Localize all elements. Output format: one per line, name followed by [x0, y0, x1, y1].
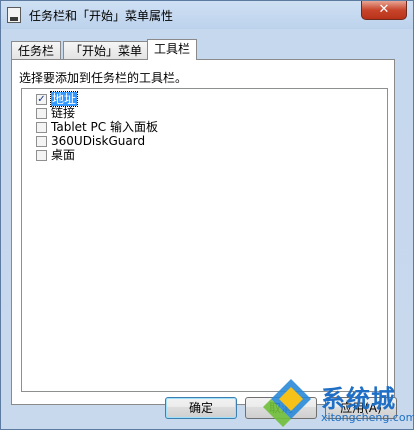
list-item[interactable]: 桌面	[36, 148, 75, 162]
window-title: 任务栏和「开始」菜单属性	[29, 9, 174, 23]
tab-label: 工具栏	[154, 42, 191, 56]
tab-start-menu[interactable]: 「开始」菜单	[63, 41, 150, 59]
list-item[interactable]: 360UDiskGuard	[36, 134, 145, 148]
checkbox-tablet-pc[interactable]	[36, 121, 47, 133]
tab-label: 任务栏	[18, 44, 55, 58]
item-label: 桌面	[51, 148, 76, 162]
taskbar-properties-icon	[7, 7, 21, 23]
watermark-brand: 系统城	[321, 385, 396, 413]
tab-toolbars[interactable]: 工具栏	[147, 39, 198, 60]
item-label: 链接	[51, 106, 76, 120]
checkmark-icon: ✓	[37, 93, 46, 105]
checkbox-links[interactable]	[36, 107, 47, 119]
dialog-window: 任务栏和「开始」菜单属性 ✕ 任务栏 「开始」菜单 工具栏 选择要添加到任务栏的…	[0, 0, 414, 430]
item-label: 地址	[49, 91, 79, 107]
title-bar[interactable]: 任务栏和「开始」菜单属性 ✕	[1, 1, 413, 29]
list-item[interactable]: Tablet PC 输入面板	[36, 120, 158, 134]
tab-taskbar[interactable]: 任务栏	[11, 41, 62, 59]
watermark-url: xitongcheng.com	[321, 411, 414, 424]
close-button[interactable]: ✕	[361, 1, 407, 20]
tab-label: 「开始」菜单	[70, 44, 143, 58]
instruction-text: 选择要添加到任务栏的工具栏。	[19, 71, 188, 85]
watermark-diamond-icon	[263, 379, 311, 427]
item-label: 360UDiskGuard	[51, 134, 146, 148]
close-icon: ✕	[378, 2, 390, 17]
checkbox-360udiskguard[interactable]	[36, 135, 47, 147]
ok-button[interactable]: 确定	[165, 397, 237, 419]
list-item[interactable]: 链接	[36, 106, 75, 120]
checkbox-address[interactable]: ✓	[36, 93, 47, 105]
item-label: Tablet PC 输入面板	[51, 120, 158, 134]
list-item[interactable]: ✓ 地址	[36, 91, 79, 107]
checkbox-desktop[interactable]	[36, 149, 47, 161]
toolbar-list[interactable]: ✓ 地址 链接 Tablet PC 输入面板 360UDiskGuard 桌面	[21, 88, 388, 392]
watermark-logo: 系统城 xitongcheng.com	[263, 377, 414, 431]
